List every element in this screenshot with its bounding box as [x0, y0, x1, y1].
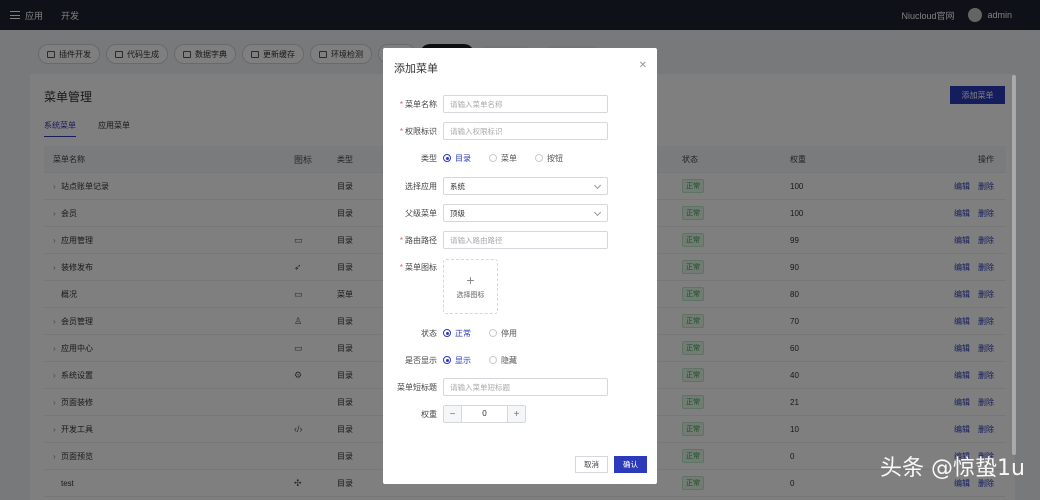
menu-name-label: 菜单名称	[405, 99, 437, 109]
chevron-down-icon	[593, 181, 602, 190]
parent-label: 父级菜单	[405, 208, 437, 218]
menu-name-input[interactable]	[443, 95, 608, 113]
field-visible: 是否显示 显示 隐藏	[383, 351, 657, 369]
confirm-button[interactable]: 确认	[614, 456, 647, 473]
icon-label: 菜单图标	[405, 262, 437, 272]
field-route: * 路由路径	[383, 231, 657, 249]
app-select[interactable]: 系统	[443, 177, 608, 195]
field-weight: 权重 − 0 +	[383, 405, 657, 423]
type-label: 类型	[421, 153, 437, 163]
type-radio-directory[interactable]: 目录	[443, 153, 471, 164]
chevron-down-icon	[593, 208, 602, 217]
status-radio-disabled[interactable]: 停用	[489, 328, 517, 339]
icon-picker[interactable]: + 选择图标	[443, 259, 498, 314]
short-title-input[interactable]	[443, 378, 608, 396]
add-menu-dialog: 添加菜单 ✕ *菜单名称 *权限标识 类型 目录 菜单 按钮 选择应用 系统 父…	[383, 48, 657, 484]
minus-icon[interactable]: −	[444, 406, 461, 422]
status-radio-normal[interactable]: 正常	[443, 328, 471, 339]
visible-radio-show[interactable]: 显示	[443, 355, 471, 366]
visible-radio-group: 显示 隐藏	[443, 355, 535, 366]
parent-select[interactable]: 顶级	[443, 204, 608, 222]
visible-radio-hide[interactable]: 隐藏	[489, 355, 517, 366]
short-title-label: 菜单短标题	[397, 382, 437, 392]
route-input[interactable]	[443, 231, 608, 249]
route-label: 路由路径	[405, 235, 437, 245]
weight-label: 权重	[421, 409, 437, 419]
type-radio-button[interactable]: 按钮	[535, 153, 563, 164]
field-status: 状态 正常 停用	[383, 324, 657, 342]
watermark: 头条 @惊蛰1u	[880, 456, 1025, 481]
close-icon[interactable]: ✕	[639, 60, 647, 71]
field-permission: * 权限标识	[383, 122, 657, 140]
dialog-title: 添加菜单	[394, 63, 438, 75]
dialog-footer: 取消 确认	[575, 456, 647, 473]
field-type: 类型 目录 菜单 按钮	[383, 149, 657, 167]
status-radio-group: 正常 停用	[443, 328, 535, 339]
cancel-button[interactable]: 取消	[575, 456, 608, 473]
field-menu-name: * 菜单名称	[383, 95, 657, 113]
field-parent: 父级菜单 顶级	[383, 204, 657, 222]
field-short-title: 菜单短标题	[383, 378, 657, 396]
plus-icon[interactable]: +	[508, 406, 525, 422]
permission-input[interactable]	[443, 122, 608, 140]
app-label: 选择应用	[405, 181, 437, 191]
weight-stepper: − 0 +	[443, 405, 526, 423]
field-app: 选择应用 系统	[383, 177, 657, 195]
type-radio-group: 目录 菜单 按钮	[443, 153, 581, 164]
status-label: 状态	[421, 328, 437, 338]
visible-label: 是否显示	[405, 355, 437, 365]
weight-value[interactable]: 0	[461, 406, 508, 422]
type-radio-menu[interactable]: 菜单	[489, 153, 517, 164]
permission-label: 权限标识	[405, 126, 437, 136]
field-icon: * 菜单图标	[399, 262, 437, 272]
plus-icon: +	[466, 272, 475, 288]
page-scrollbar[interactable]	[1012, 75, 1016, 455]
